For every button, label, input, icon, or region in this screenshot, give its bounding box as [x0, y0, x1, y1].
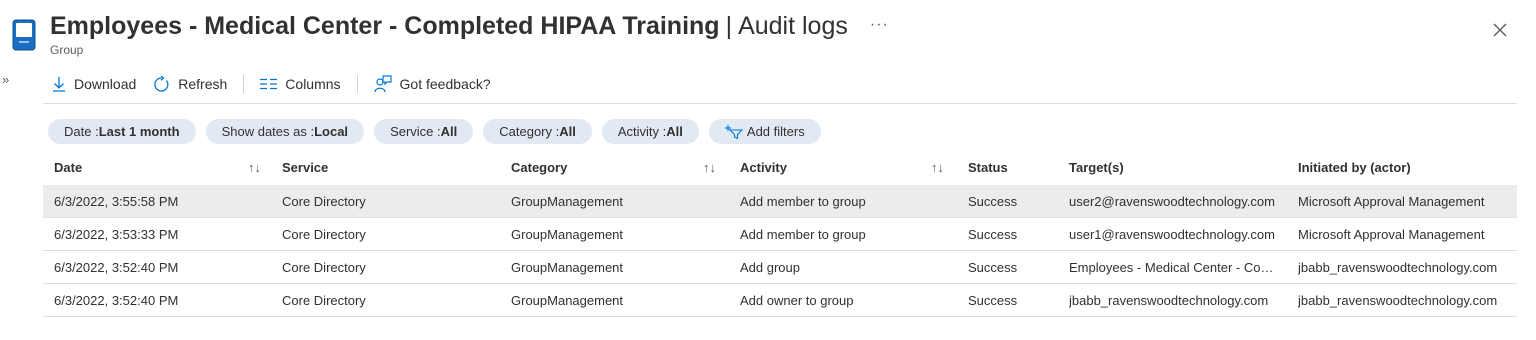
cell-service: Core Directory	[282, 194, 366, 209]
filter-value: All	[440, 124, 458, 139]
columns-button[interactable]: Columns	[260, 76, 341, 92]
filter-bar: Date : Last 1 month Show dates as : Loca…	[48, 119, 831, 144]
filter-pill-category[interactable]: Category : All	[483, 119, 592, 144]
cell-category: GroupManagement	[511, 293, 624, 308]
feedback-button[interactable]: Got feedback?	[373, 75, 491, 93]
column-header-status[interactable]: Status	[968, 160, 1058, 175]
cell-category: GroupManagement	[511, 194, 624, 209]
cell-date: 6/3/2022, 3:52:40 PM	[54, 260, 179, 275]
toolbar-divider	[43, 103, 1517, 104]
more-options-icon[interactable]: ···	[870, 16, 889, 34]
column-header-actor[interactable]: Initiated by (actor)	[1298, 160, 1517, 175]
column-header-category[interactable]: Category	[511, 160, 721, 175]
download-label: Download	[74, 76, 137, 92]
table-row[interactable]: 6/3/2022, 3:55:58 PM Core Directory Grou…	[43, 185, 1517, 218]
cell-actor: jbabb_ravenswoodtechnology.com	[1298, 293, 1498, 308]
cell-activity: Add member to group	[740, 194, 866, 209]
download-button[interactable]: Download	[52, 76, 136, 92]
toolbar-separator	[356, 75, 358, 93]
filter-key: Date :	[64, 124, 99, 139]
cell-status: Success	[968, 260, 1018, 275]
cell-category: GroupManagement	[511, 227, 624, 242]
expand-sidebar-icon[interactable]: »	[2, 72, 9, 87]
filter-value: Local	[314, 124, 349, 139]
table-row[interactable]: 6/3/2022, 3:52:40 PM Core Directory Grou…	[43, 251, 1517, 284]
cell-date: 6/3/2022, 3:53:33 PM	[54, 227, 179, 242]
command-bar: Download Refresh Columns Got feedback?	[52, 74, 491, 94]
cell-date: 6/3/2022, 3:52:40 PM	[54, 293, 179, 308]
refresh-icon	[154, 75, 169, 92]
title-separator: |	[725, 12, 733, 40]
resource-type-label: Group	[50, 43, 84, 57]
filter-key: Category :	[499, 124, 560, 139]
refresh-label: Refresh	[178, 76, 228, 92]
group-book-icon	[12, 19, 36, 51]
columns-label: Columns	[285, 76, 341, 92]
filter-key: Show dates as :	[221, 124, 315, 139]
cell-status: Success	[968, 227, 1018, 242]
filter-value: All	[559, 124, 576, 139]
cell-service: Core Directory	[282, 260, 366, 275]
cell-targets: Employees - Medical Center - Completed H…	[1069, 260, 1284, 275]
download-arrow-icon	[53, 77, 65, 92]
sort-icon[interactable]: ↑↓	[248, 160, 261, 175]
cell-status: Success	[968, 293, 1018, 308]
audit-log-table: Date ↑↓ Service Category ↑↓ Activity ↑↓ …	[43, 152, 1517, 317]
filter-pill-activity[interactable]: Activity : All	[601, 119, 699, 144]
table-row[interactable]: 6/3/2022, 3:53:33 PM Core Directory Grou…	[43, 218, 1517, 251]
filter-value: Last 1 month	[98, 124, 180, 139]
columns-icon	[260, 78, 278, 90]
cell-service: Core Directory	[282, 293, 366, 308]
filter-value: All	[666, 124, 683, 139]
blade-title-area: Employees - Medical Center - Completed H…	[50, 12, 889, 57]
filter-pill-service[interactable]: Service : All	[374, 119, 474, 144]
cell-date: 6/3/2022, 3:55:58 PM	[54, 194, 179, 209]
column-header-date[interactable]: Date	[54, 160, 264, 175]
table-header: Date ↑↓ Service Category ↑↓ Activity ↑↓ …	[43, 152, 1517, 185]
filter-key: Service :	[390, 124, 441, 139]
add-filter-icon	[724, 124, 743, 139]
cell-actor: Microsoft Approval Management	[1298, 227, 1485, 242]
cell-service: Core Directory	[282, 227, 366, 242]
add-filters-button[interactable]: Add filters	[708, 119, 821, 144]
table-row[interactable]: 6/3/2022, 3:52:40 PM Core Directory Grou…	[43, 284, 1517, 317]
page-title: Employees - Medical Center - Completed H…	[50, 12, 720, 40]
add-filters-label: Add filters	[746, 124, 805, 139]
blade-header: Employees - Medical Center - Completed H…	[12, 8, 1536, 64]
cell-activity: Add owner to group	[740, 293, 854, 308]
column-header-activity[interactable]: Activity	[740, 160, 950, 175]
cell-actor: Microsoft Approval Management	[1298, 194, 1485, 209]
sort-icon[interactable]: ↑↓	[931, 160, 944, 175]
cell-activity: Add member to group	[740, 227, 866, 242]
page-subtitle: Audit logs	[738, 12, 848, 40]
column-header-targets[interactable]: Target(s)	[1069, 160, 1284, 175]
cell-activity: Add group	[740, 260, 800, 275]
sort-icon[interactable]: ↑↓	[703, 160, 716, 175]
cell-targets: jbabb_ravenswoodtechnology.com	[1069, 293, 1269, 308]
toolbar-separator	[243, 75, 245, 93]
refresh-button[interactable]: Refresh	[153, 75, 228, 93]
close-icon[interactable]	[1492, 22, 1508, 38]
cell-category: GroupManagement	[511, 260, 624, 275]
cell-targets: user2@ravenswoodtechnology.com	[1069, 194, 1275, 209]
filter-pill-show-dates[interactable]: Show dates as : Local	[205, 119, 365, 144]
filter-pill-date[interactable]: Date : Last 1 month	[48, 119, 196, 144]
cell-actor: jbabb_ravenswoodtechnology.com	[1298, 260, 1498, 275]
column-header-service[interactable]: Service	[282, 160, 492, 175]
feedback-icon	[373, 75, 392, 93]
feedback-label: Got feedback?	[399, 76, 491, 92]
filter-key: Activity :	[617, 124, 667, 139]
cell-status: Success	[968, 194, 1018, 209]
cell-targets: user1@ravenswoodtechnology.com	[1069, 227, 1275, 242]
